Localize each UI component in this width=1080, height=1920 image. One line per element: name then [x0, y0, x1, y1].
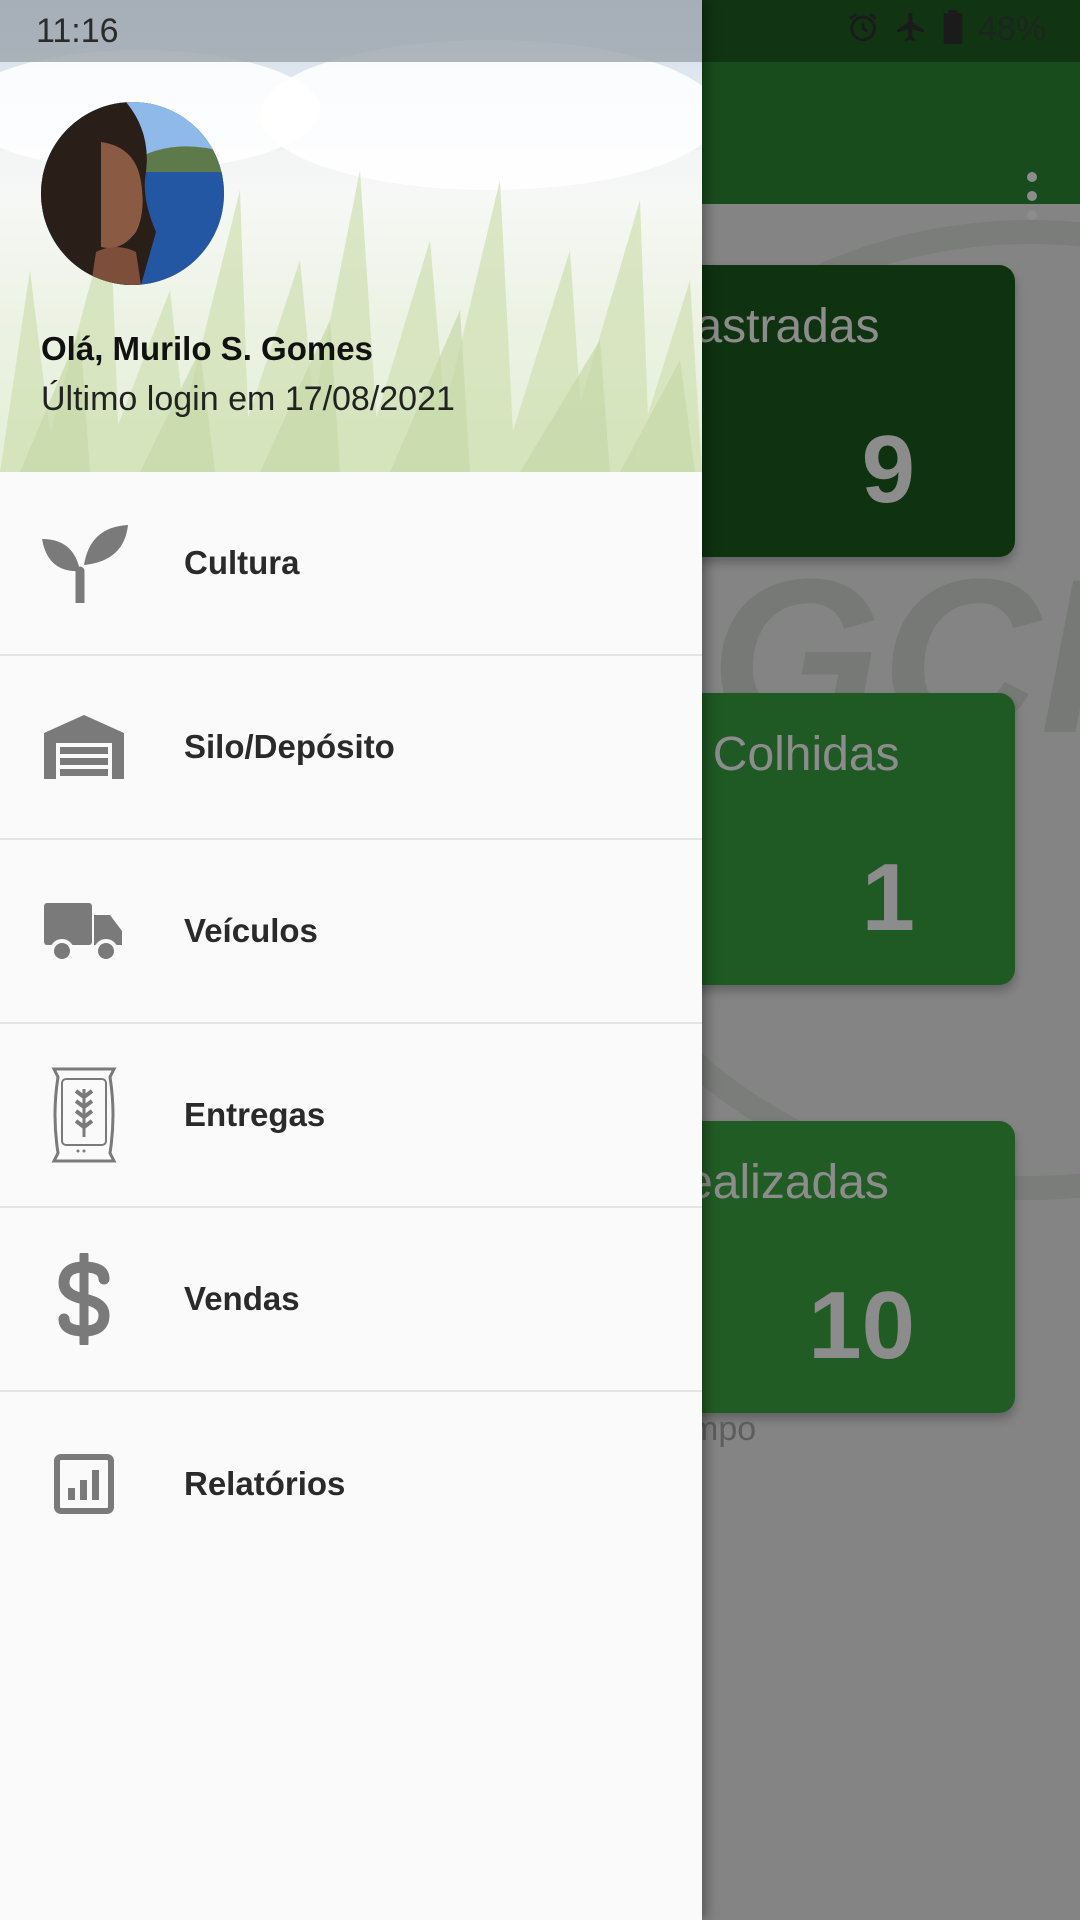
menu-item-label: Silo/Depósito: [184, 728, 395, 765]
truck-icon: [38, 881, 130, 981]
system-status-bar: 48%: [0, 0, 1080, 62]
menu-item-label: Relatórios: [184, 1465, 346, 1502]
user-avatar[interactable]: [41, 102, 224, 285]
warehouse-icon: [38, 697, 130, 797]
report-icon: [38, 1434, 130, 1534]
menu-item-entregas[interactable]: Entregas: [0, 1024, 702, 1208]
menu-item-silo[interactable]: Silo/Depósito: [0, 656, 702, 840]
grain-sack-icon: [38, 1065, 130, 1165]
drawer-menu: Cultura Silo/Depósito Veículos Entregas …: [0, 472, 702, 1576]
menu-item-label: Veículos: [184, 912, 318, 949]
alarm-icon: [846, 10, 880, 49]
drawer-header: 11:16 Olá, Murilo S. Gomes Último login …: [0, 0, 702, 472]
menu-item-vendas[interactable]: Vendas: [0, 1208, 702, 1392]
battery-icon: [942, 10, 964, 49]
airplane-mode-icon: [894, 10, 928, 49]
menu-item-label: Entregas: [184, 1096, 326, 1133]
menu-item-relatorios[interactable]: Relatórios: [0, 1392, 702, 1576]
menu-item-cultura[interactable]: Cultura: [0, 472, 702, 656]
sprout-icon: [38, 513, 130, 613]
last-login-text: Último login em 17/08/2021: [41, 380, 455, 418]
menu-item-veiculos[interactable]: Veículos: [0, 840, 702, 1024]
menu-item-label: Cultura: [184, 544, 300, 581]
menu-item-label: Vendas: [184, 1280, 300, 1317]
battery-percentage: 48%: [977, 10, 1046, 48]
user-greeting: Olá, Murilo S. Gomes: [41, 330, 373, 367]
dollar-icon: [38, 1249, 130, 1349]
navigation-drawer: 11:16 Olá, Murilo S. Gomes Último login …: [0, 0, 702, 1920]
